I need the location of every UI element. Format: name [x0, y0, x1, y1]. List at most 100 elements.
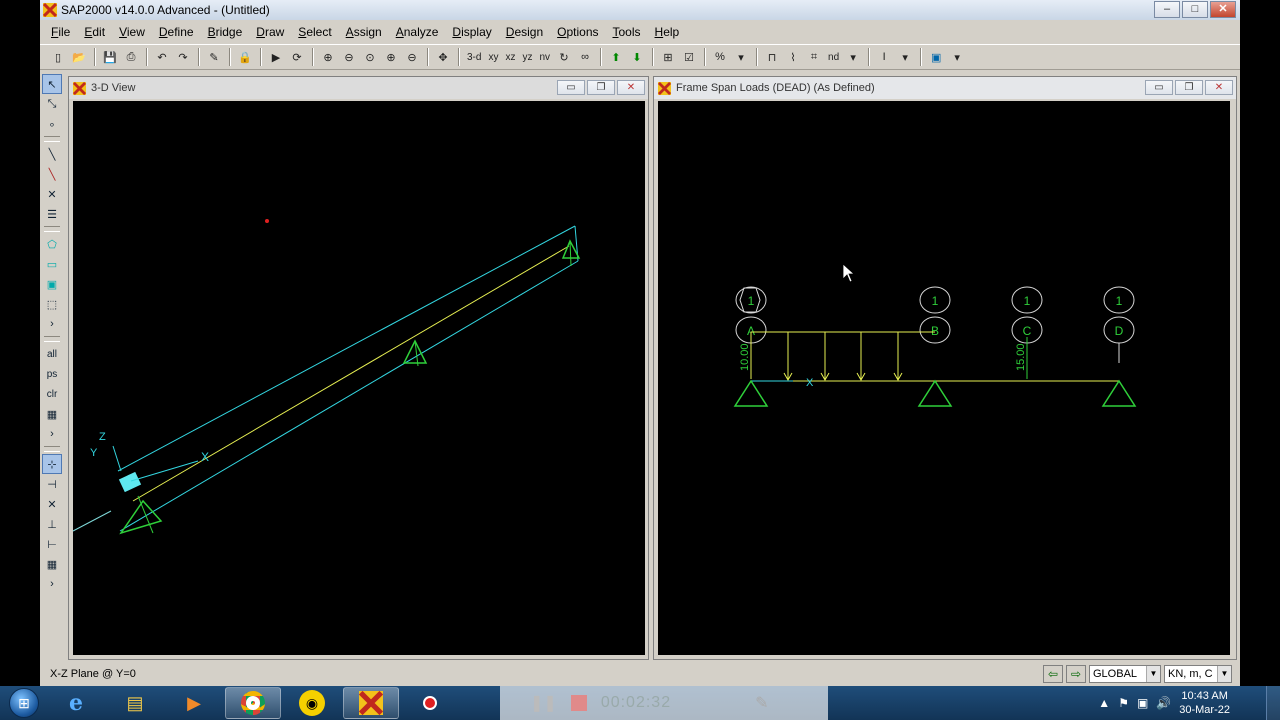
zoom-previous-icon[interactable]: ⊙ — [360, 47, 380, 67]
rotate-icon[interactable]: ↻ — [554, 47, 574, 67]
taskbar-camera-app[interactable] — [402, 687, 458, 719]
pause-icon[interactable]: ❚❚ — [530, 693, 557, 713]
draw-secondary-beam-icon[interactable]: ☰ — [42, 204, 62, 224]
previous-selection-button[interactable]: ps — [42, 364, 62, 384]
model-canvas-3d[interactable]: X Z Y — [73, 101, 645, 655]
draw-solid-icon[interactable]: ⬚ — [42, 294, 62, 314]
snap-ends-icon[interactable]: ⊣ — [42, 474, 62, 494]
grid-bubble[interactable]: 1 — [1011, 286, 1043, 314]
taskbar-screen-recorder[interactable]: ◉ — [284, 687, 340, 719]
lock-icon[interactable]: 🔒 — [235, 47, 255, 67]
units-select[interactable]: KN, m, C ▼ — [1164, 665, 1232, 683]
taskbar-media-player[interactable]: ▶ — [166, 687, 222, 719]
pencil-icon[interactable]: ✎ — [204, 47, 224, 67]
intersecting-line-icon[interactable]: ▦ — [42, 404, 62, 424]
view-minimize-button[interactable]: ▭ — [1145, 80, 1173, 95]
more-tools-icon[interactable]: › — [42, 574, 62, 594]
taskbar-internet-explorer[interactable]: e — [48, 687, 104, 719]
stop-icon[interactable] — [570, 695, 587, 711]
view-close-button[interactable]: ✕ — [617, 80, 645, 95]
grid-bubble[interactable]: D — [1103, 316, 1135, 344]
previous-arrow-icon[interactable]: ⇦ — [1043, 665, 1063, 683]
check-icon[interactable]: ☑ — [679, 47, 699, 67]
grid-bubble[interactable]: 1 — [1103, 286, 1135, 314]
print-icon[interactable]: ⎙ — [121, 47, 141, 67]
volume-icon[interactable]: 🔊 — [1156, 696, 1171, 710]
pointer-icon[interactable]: ↖ — [42, 74, 62, 94]
menu-define[interactable]: Define — [152, 25, 201, 39]
grid-bubble[interactable]: 1 — [919, 286, 951, 314]
menu-help[interactable]: Help — [648, 25, 687, 39]
draw-rect-area-icon[interactable]: ▭ — [42, 254, 62, 274]
close-button[interactable]: ✕ — [1210, 1, 1236, 18]
redo-icon[interactable]: ↷ — [173, 47, 193, 67]
refresh-icon[interactable]: ⟳ — [287, 47, 307, 67]
down-arrow-icon[interactable]: ⬇ — [627, 47, 647, 67]
more-tools-icon[interactable]: › — [42, 314, 62, 334]
up-arrow-icon[interactable]: ⬆ — [606, 47, 626, 67]
more-tools-icon[interactable]: › — [42, 424, 62, 444]
frame-deformed-icon[interactable]: ⌇ — [783, 47, 803, 67]
menu-edit[interactable]: Edit — [77, 25, 112, 39]
menu-bridge[interactable]: Bridge — [201, 25, 250, 39]
view-yz-button[interactable]: yz — [519, 47, 535, 67]
snap-grid-icon[interactable]: ▦ — [42, 554, 62, 574]
toolbar-dropdown-icon[interactable]: ▾ — [895, 47, 915, 67]
support-marker[interactable] — [917, 379, 953, 407]
clock[interactable]: 10:43 AM 30-Mar-22 — [1179, 689, 1230, 717]
view-restore-button[interactable]: ❐ — [1175, 80, 1203, 95]
menu-analyze[interactable]: Analyze — [389, 25, 446, 39]
view-restore-button[interactable]: ❐ — [587, 80, 615, 95]
view-window-3d[interactable]: 3-D View ▭ ❐ ✕ X Z Y — [68, 76, 649, 660]
menu-file[interactable]: File — [44, 25, 77, 39]
taskbar-chrome[interactable] — [225, 687, 281, 719]
maximize-button[interactable]: □ — [1182, 1, 1208, 18]
action-center-icon[interactable]: ⚑ — [1118, 696, 1129, 710]
frame-shape-icon[interactable]: ⊓ — [762, 47, 782, 67]
taskbar-sap2000[interactable] — [343, 687, 399, 719]
nd-button[interactable]: nd — [825, 47, 842, 67]
pan-icon[interactable]: ✥ — [433, 47, 453, 67]
menu-view[interactable]: View — [112, 25, 152, 39]
menu-tools[interactable]: Tools — [606, 25, 648, 39]
grid-bubble[interactable]: B — [919, 316, 951, 344]
new-file-icon[interactable]: ▯ — [48, 47, 68, 67]
joint-point[interactable] — [265, 219, 269, 223]
view-close-button[interactable]: ✕ — [1205, 80, 1233, 95]
grid-bubble[interactable]: 1 — [735, 286, 767, 314]
view-xy-button[interactable]: xy — [485, 47, 501, 67]
tray-expand-icon[interactable]: ▲ — [1098, 696, 1110, 710]
menu-assign[interactable]: Assign — [339, 25, 389, 39]
section-i-icon[interactable]: Ι — [874, 47, 894, 67]
view-minimize-button[interactable]: ▭ — [557, 80, 585, 95]
draw-brace-icon[interactable]: ✕ — [42, 184, 62, 204]
zoom-window-icon[interactable]: ⊕ — [318, 47, 338, 67]
select-all-button[interactable]: all — [42, 344, 62, 364]
snap-points-icon[interactable]: ⊹ — [42, 454, 62, 474]
frame-forces-icon[interactable]: ⌗ — [804, 47, 824, 67]
start-button[interactable]: ⊞ — [0, 686, 48, 720]
save-icon[interactable]: 💾 — [100, 47, 120, 67]
menu-display[interactable]: Display — [445, 25, 498, 39]
beam-centerline[interactable] — [132, 245, 570, 502]
clear-selection-button[interactable]: clr — [42, 384, 62, 404]
zoom-in-icon[interactable]: ⊕ — [381, 47, 401, 67]
minimize-button[interactable]: – — [1154, 1, 1180, 18]
model-canvas-loads[interactable]: 1 1 1 1 A B C D 10.00 15.00 X — [658, 101, 1230, 655]
open-folder-icon[interactable]: 📂 — [69, 47, 89, 67]
view-xz-button[interactable]: xz — [502, 47, 518, 67]
snap-perpendicular-icon[interactable]: ⊥ — [42, 514, 62, 534]
toolbar-dropdown-icon[interactable]: ▾ — [947, 47, 967, 67]
menu-draw[interactable]: Draw — [249, 25, 291, 39]
grid-select-icon[interactable]: ⊞ — [658, 47, 678, 67]
taskbar-file-explorer[interactable]: ▤ — [107, 687, 163, 719]
reshape-icon[interactable]: ⤡ — [42, 94, 62, 114]
network-icon[interactable]: ▣ — [1137, 696, 1148, 710]
snap-intersection-icon[interactable]: ✕ — [42, 494, 62, 514]
toolbar-dropdown-icon[interactable]: ▾ — [731, 47, 751, 67]
quick-draw-frame-icon[interactable]: ╲ — [42, 164, 62, 184]
support-marker[interactable] — [733, 379, 769, 407]
menu-design[interactable]: Design — [499, 25, 550, 39]
show-desktop-button[interactable] — [1266, 686, 1280, 720]
support-marker[interactable] — [119, 499, 163, 535]
